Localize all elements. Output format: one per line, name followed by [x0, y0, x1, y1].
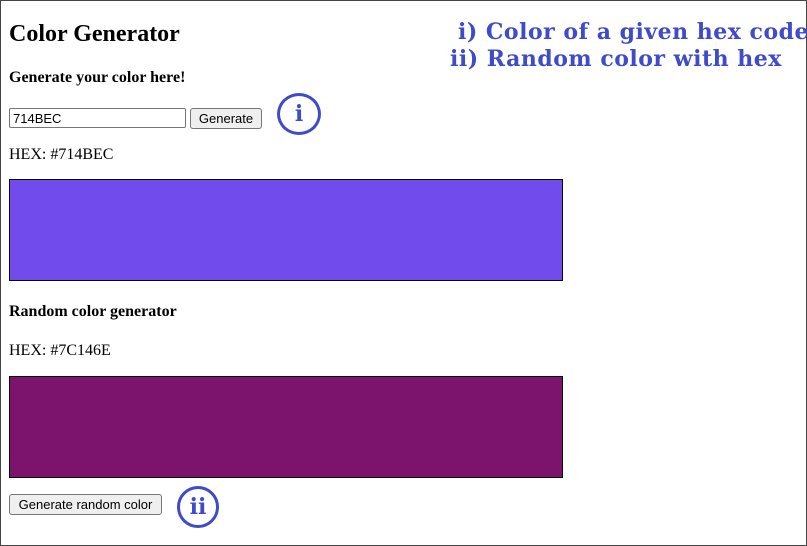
generator-subtitle: Generate your color here!: [9, 69, 186, 86]
random-color-swatch: [9, 376, 563, 478]
annotation-note-1: i) Color of a given hex code: [458, 19, 807, 45]
generate-button[interactable]: Generate: [190, 108, 262, 129]
annotation-note-2: ii) Random color with hex: [450, 46, 782, 72]
random-subtitle: Random color generator: [9, 303, 177, 320]
hex-input[interactable]: [9, 108, 186, 128]
generated-color-swatch: [9, 179, 563, 281]
annotation-badge-ii: ii: [177, 486, 219, 528]
page-title: Color Generator: [9, 21, 180, 47]
random-hex-label: HEX: #7C146E: [9, 342, 111, 359]
annotation-badge-i: i: [277, 93, 321, 135]
generated-hex-label: HEX: #714BEC: [9, 146, 114, 163]
generate-random-color-button[interactable]: Generate random color: [9, 494, 162, 515]
